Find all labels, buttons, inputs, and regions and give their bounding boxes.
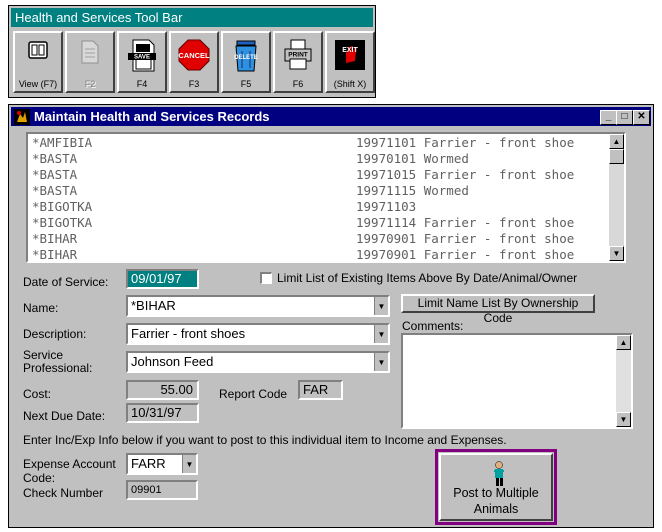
name-select[interactable]: *BIHAR ▼: [126, 295, 390, 317]
delete-button[interactable]: DELETE F5: [221, 31, 271, 93]
close-button[interactable]: ✕: [633, 110, 650, 125]
cost-label: Cost:: [23, 387, 52, 401]
exit-button[interactable]: EXIT (Shift X): [325, 31, 375, 93]
comments-scroll-down-button[interactable]: ▼: [616, 412, 631, 427]
check-number-label: Check Number: [23, 486, 104, 500]
arrow-down-icon: ▼: [612, 249, 621, 258]
delete-button-label: F5: [240, 79, 252, 89]
post-button-label: Post to Multiple Animals: [453, 486, 539, 516]
print-button[interactable]: PRINT F6: [273, 31, 323, 93]
comments-textarea[interactable]: ▲ ▼: [401, 333, 633, 429]
chevron-down-icon: ▼: [377, 358, 386, 367]
cancel-icon: CANCEL: [178, 39, 210, 74]
chevron-down-icon: ▼: [377, 330, 386, 339]
new-record-icon: [78, 39, 102, 68]
professional-label: Service Professional:: [23, 348, 93, 375]
inc-exp-note: Enter Inc/Exp Info below if you want to …: [23, 433, 507, 447]
next-due-date-field[interactable]: 10/31/97: [126, 403, 199, 423]
report-code-field[interactable]: FAR: [298, 380, 343, 400]
comments-label: Comments:: [402, 319, 464, 333]
name-dropdown-button[interactable]: ▼: [374, 297, 388, 315]
expense-account-select[interactable]: FARR ▼: [126, 453, 198, 475]
save-icon: SAVE: [127, 39, 157, 76]
svg-text:CANCEL: CANCEL: [178, 51, 210, 60]
delete-icon: DELETE: [231, 39, 261, 76]
description-value: Farrier - front shoes: [131, 326, 246, 341]
professional-select[interactable]: Johnson Feed ▼: [126, 351, 390, 373]
scroll-up-button[interactable]: ▲: [609, 134, 624, 149]
limit-list-label: Limit List of Existing Items Above By Da…: [277, 271, 578, 285]
maximize-icon: □: [621, 111, 628, 122]
comments-scrollbar[interactable]: ▲ ▼: [616, 335, 631, 427]
professional-value: Johnson Feed: [131, 354, 214, 369]
description-select[interactable]: Farrier - front shoes ▼: [126, 323, 390, 345]
cost-field[interactable]: 55.00: [126, 380, 199, 400]
arrow-up-icon: ▲: [612, 137, 621, 146]
post-to-multiple-button[interactable]: Post to Multiple Animals: [439, 453, 553, 521]
save-button[interactable]: SAVE F4: [117, 31, 167, 93]
scroll-down-button[interactable]: ▼: [609, 246, 624, 261]
save-button-label: F4: [136, 79, 148, 89]
date-label: Date of Service:: [23, 275, 109, 289]
scroll-thumb[interactable]: [609, 149, 624, 164]
list-scrollbar[interactable]: ▲ ▼: [609, 134, 624, 261]
close-icon: ✕: [637, 111, 646, 122]
minimize-button[interactable]: _: [600, 110, 617, 125]
print-icon: PRINT: [283, 39, 313, 74]
print-button-label: F6: [292, 79, 304, 89]
chevron-down-icon: ▼: [185, 460, 194, 469]
view-button[interactable]: View (F7): [13, 31, 63, 93]
arrow-down-icon: ▼: [619, 415, 628, 424]
limit-name-button[interactable]: Limit Name List By Ownership Code: [401, 294, 595, 325]
toolbar-title: Health and Services Tool Bar: [11, 8, 373, 27]
expense-dropdown-button[interactable]: ▼: [182, 455, 196, 473]
maximize-button[interactable]: □: [616, 110, 633, 125]
name-label: Name:: [23, 301, 59, 315]
records-list[interactable]: *AMFIBIA 19971101 Farrier - front shoe *B…: [26, 132, 626, 263]
window-title-bar: Maintain Health and Services Records _ □…: [11, 107, 651, 126]
maintain-records-window: Maintain Health and Services Records _ □…: [8, 104, 654, 528]
cancel-button-label: F3: [188, 79, 200, 89]
report-code-label: Report Code: [219, 387, 288, 401]
svg-text:EXIT: EXIT: [342, 47, 358, 54]
date-of-service-field[interactable]: 09/01/97: [126, 269, 199, 289]
arrow-up-icon: ▲: [619, 338, 628, 347]
check-number-field[interactable]: 09901: [126, 480, 198, 500]
name-value: *BIHAR: [131, 298, 176, 313]
app-icon: [14, 109, 30, 130]
minimize-icon: _: [605, 111, 612, 122]
svg-text:SAVE: SAVE: [134, 55, 150, 61]
exit-button-label: (Shift X): [333, 79, 367, 89]
new-record-button[interactable]: F2: [65, 31, 115, 93]
svg-text:PRINT: PRINT: [288, 52, 308, 59]
exit-icon: EXIT: [334, 39, 366, 74]
expense-account-label: Expense Account Code:: [23, 457, 116, 485]
comments-scroll-up-button[interactable]: ▲: [616, 335, 631, 350]
view-icon: [27, 39, 49, 64]
new-record-button-label: F2: [84, 79, 96, 89]
view-button-label: View (F7): [18, 79, 58, 89]
next-due-label: Next Due Date:: [23, 409, 106, 423]
description-dropdown-button[interactable]: ▼: [374, 325, 388, 343]
window-title: Maintain Health and Services Records: [34, 109, 270, 124]
limit-list-checkbox[interactable]: [260, 272, 272, 284]
expense-account-value: FARR: [131, 456, 166, 471]
toolbar-window: Health and Services Tool Bar View (F7) F…: [8, 5, 376, 98]
description-label: Description:: [23, 327, 87, 341]
professional-dropdown-button[interactable]: ▼: [374, 353, 388, 371]
svg-text:DELETE: DELETE: [234, 55, 258, 61]
cancel-button[interactable]: CANCEL F3: [169, 31, 219, 93]
post-multiple-focus-ring: Post to Multiple Animals: [435, 449, 557, 525]
chevron-down-icon: ▼: [377, 302, 386, 311]
